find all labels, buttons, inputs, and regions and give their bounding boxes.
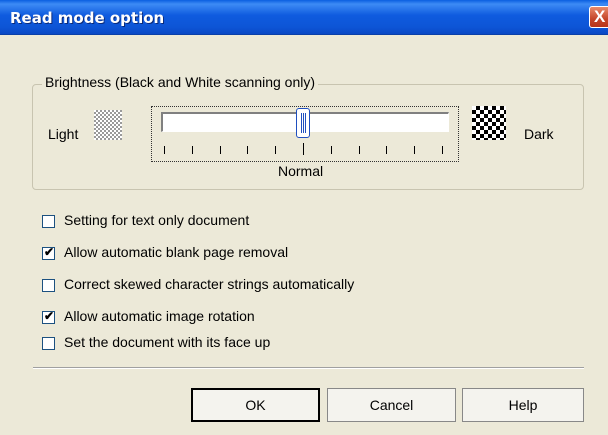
slider-tick <box>164 146 165 154</box>
option-label: Correct skewed character strings automat… <box>64 276 355 292</box>
brightness-slider-thumb[interactable] <box>296 108 310 138</box>
light-label: Light <box>48 126 79 142</box>
slider-tick <box>386 146 388 154</box>
divider <box>33 367 584 369</box>
ok-button[interactable]: OK <box>191 388 320 422</box>
slider-tick <box>358 146 360 154</box>
title-bar[interactable]: Read mode option X <box>0 0 608 35</box>
light-pattern-icon <box>94 110 122 140</box>
slider-tick <box>303 143 304 155</box>
read-mode-dialog: Read mode option X Brightness (Black and… <box>0 0 608 435</box>
dark-label: Dark <box>524 126 554 142</box>
slider-tick <box>191 146 193 154</box>
dark-pattern-icon <box>472 106 506 140</box>
option-label: Set the document with its face up <box>64 334 271 350</box>
brightness-group-label: Brightness (Black and White scanning onl… <box>42 74 319 90</box>
slider-tick <box>219 146 221 154</box>
slider-tick <box>330 146 332 154</box>
dialog-title: Read mode option <box>10 9 165 27</box>
checkmark-icon: ✔ <box>44 309 55 323</box>
slider-tick <box>414 146 416 154</box>
close-icon: X <box>594 7 606 26</box>
option-label: Allow automatic image rotation <box>64 308 255 324</box>
slider-tick <box>247 146 249 154</box>
checkmark-icon: ✔ <box>44 245 55 259</box>
help-button[interactable]: Help <box>462 388 584 422</box>
checkbox[interactable] <box>42 337 55 350</box>
option-label: Setting for text only document <box>64 212 250 228</box>
checkbox[interactable] <box>42 215 55 228</box>
checkbox[interactable] <box>42 279 55 292</box>
checkbox[interactable]: ✔ <box>42 309 55 324</box>
close-button[interactable]: X <box>589 6 608 28</box>
normal-label: Normal <box>278 163 324 179</box>
cancel-button[interactable]: Cancel <box>327 388 456 422</box>
slider-tick <box>442 146 443 154</box>
checkbox[interactable]: ✔ <box>42 245 55 260</box>
slider-tick <box>275 146 277 154</box>
option-label: Allow automatic blank page removal <box>64 244 289 260</box>
